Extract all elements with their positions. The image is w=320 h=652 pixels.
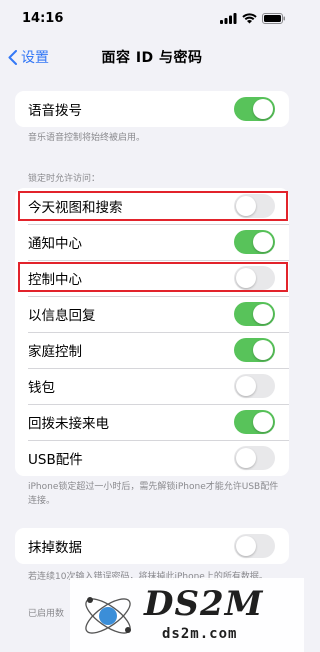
highlight-box-today-view [18, 191, 288, 221]
home-control-toggle[interactable] [234, 338, 275, 362]
wifi-icon [242, 9, 257, 28]
voice-dial-toggle[interactable] [234, 97, 275, 121]
lock-access-group: 今天视图和搜索 通知中心 控制中心 以信息回复 家庭控制 钱包 回拨未接来电 U… [15, 188, 289, 476]
page-title: 面容 ID 与密码 [101, 50, 203, 66]
lock-item-label: 通知中心 [28, 236, 82, 252]
status-bar: 14:16 [0, 0, 304, 36]
watermark-logo-icon [85, 597, 131, 634]
erase-data-toggle[interactable] [234, 534, 275, 558]
signal-icon [220, 9, 237, 28]
watermark: DS2M ds2m.com [70, 578, 304, 652]
usb-note: iPhone锁定超过一小时后，需先解锁iPhone才能允许USB配件连接。 [28, 482, 279, 506]
lock-item-label: 回拨未接来电 [28, 416, 109, 432]
back-button[interactable]: 设置 [8, 47, 49, 67]
lock-item-notification-center: 通知中心 [15, 224, 289, 260]
wallet-toggle[interactable] [234, 374, 275, 398]
reply-message-toggle[interactable] [234, 302, 275, 326]
battery-icon [262, 9, 286, 28]
lock-item-wallet: 钱包 [15, 368, 289, 404]
lock-item-return-missed-calls: 回拨未接来电 [15, 404, 289, 440]
erase-data-group: 抹掉数据 [15, 528, 289, 564]
lock-item-label: USB配件 [28, 452, 83, 468]
lock-item-label: 钱包 [28, 380, 55, 396]
return-missed-calls-toggle[interactable] [234, 410, 275, 434]
voice-dial-label: 语音拨号 [28, 103, 82, 119]
notification-center-toggle[interactable] [234, 230, 275, 254]
voice-dial-group: 语音拨号 [15, 91, 289, 127]
status-icons [220, 9, 286, 28]
watermark-url: ds2m.com [162, 626, 238, 642]
status-time: 14:16 [22, 10, 64, 26]
lock-item-label: 家庭控制 [28, 344, 82, 360]
back-label: 设置 [21, 50, 49, 66]
voice-dial-note: 音乐语音控制将始终被启用。 [28, 133, 146, 143]
highlight-box-control-center [18, 262, 288, 292]
usb-accessories-toggle[interactable] [234, 446, 275, 470]
chevron-left-icon [8, 49, 17, 65]
voice-dial-row: 语音拨号 [15, 91, 289, 127]
lock-item-usb-accessories: USB配件 [15, 440, 289, 476]
lock-item-home-control: 家庭控制 [15, 332, 289, 368]
nav-bar: 设置 面容 ID 与密码 [0, 40, 304, 74]
lock-item-label: 以信息回复 [28, 308, 96, 324]
erase-data-label: 抹掉数据 [28, 540, 82, 556]
lock-item-reply-message: 以信息回复 [15, 296, 289, 332]
erase-data-row: 抹掉数据 [15, 528, 289, 564]
watermark-logo-text: DS2M [144, 584, 264, 624]
lock-section-header: 锁定时允许访问： [28, 174, 101, 184]
